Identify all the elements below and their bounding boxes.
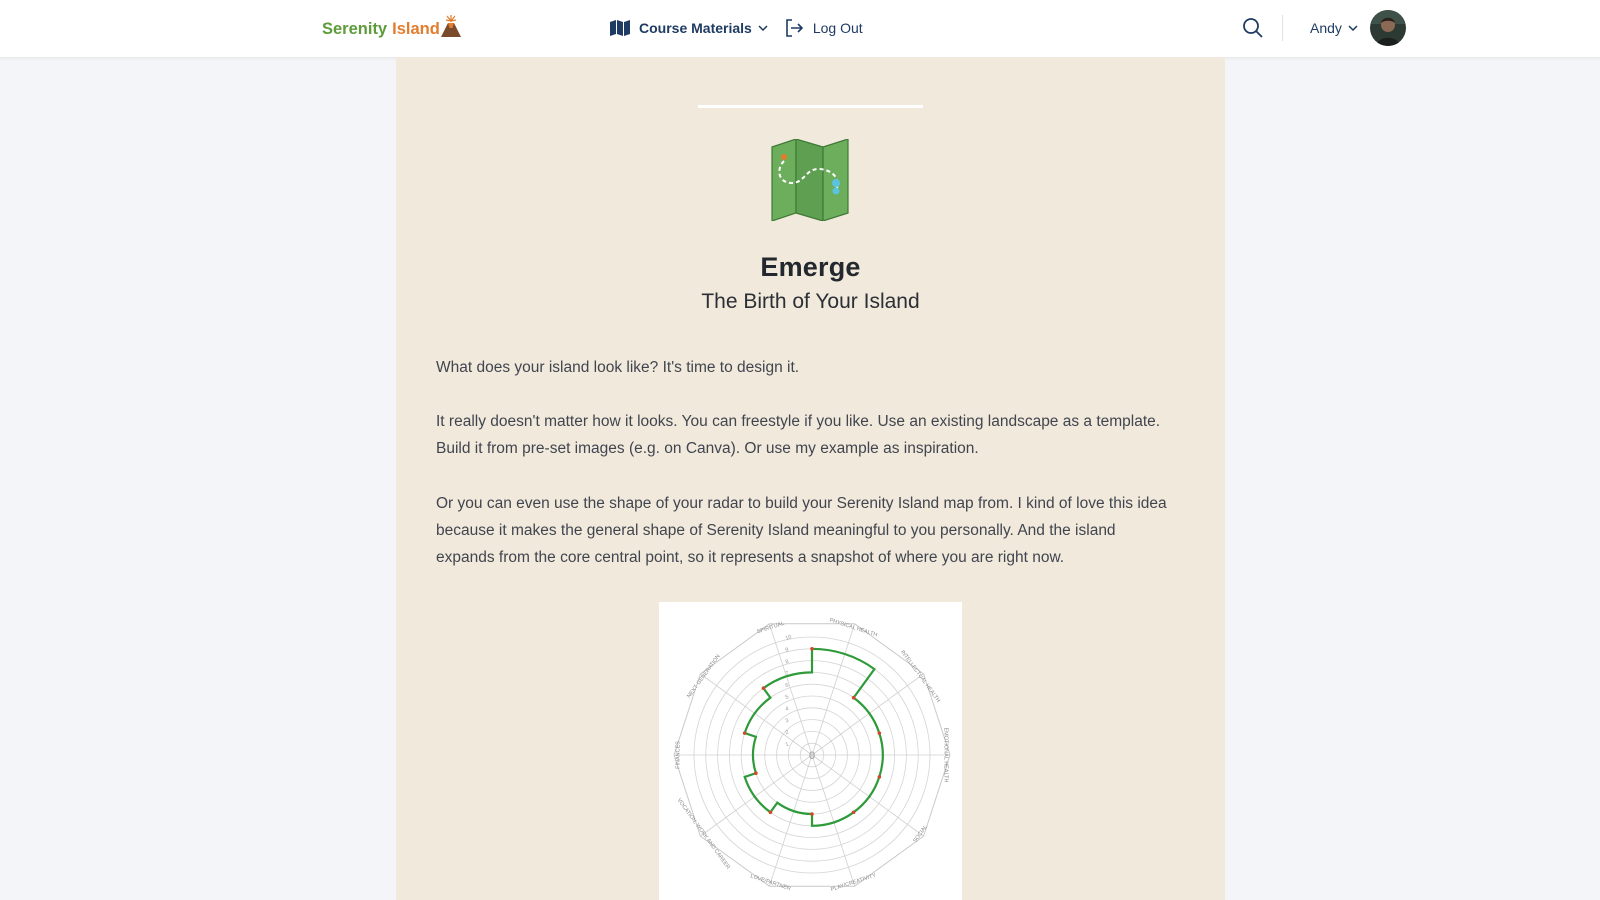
volcano-icon [440, 15, 461, 37]
radar-point [768, 810, 773, 815]
main-nav: Course Materials Log Out [610, 16, 863, 40]
search-button[interactable] [1242, 17, 1264, 39]
radar-category-label: PHYSICAL HEALTH [829, 617, 878, 638]
radar-point [761, 686, 766, 690]
user-menu[interactable]: Andy [1310, 17, 1358, 39]
radar-spoke [811, 754, 856, 887]
top-navigation-bar: Serenity Island Course Materials Log Out… [0, 0, 1600, 58]
radar-point [877, 731, 882, 735]
divider-rule [698, 105, 923, 108]
lesson-paragraph: It really doesn't matter how it looks. Y… [436, 413, 1161, 457]
radar-point [851, 695, 856, 700]
chevron-down-icon [1348, 25, 1358, 31]
lesson-paragraph: What does your island look like? It's ti… [436, 359, 800, 376]
chevron-down-icon [758, 25, 768, 31]
radar-point [810, 812, 814, 816]
radar-category-label: INTELLECTUAL HEALTH [899, 649, 941, 703]
lesson-title: Emerge [760, 252, 861, 282]
radar-category-label: SOCIAL [912, 824, 929, 844]
radar-chart-figure: 1 2 3 4 5 6 7 8 9 10 0 PHYSICAL HEALTH INTELLECTUAL … [659, 602, 962, 900]
lesson-paragraph: Or you can even use the shape of your ra… [436, 495, 1167, 566]
map-icon [610, 20, 630, 36]
radar-category-label: LOVE/PARTNER [750, 874, 792, 893]
log-out-label: Log Out [812, 20, 863, 36]
course-materials-menu[interactable]: Course Materials [610, 20, 768, 36]
radar-point [810, 647, 814, 651]
course-materials-label: Course Materials [639, 20, 752, 36]
radar-tick-label: 5 [785, 694, 790, 701]
radar-tick-label: 1 [785, 741, 790, 748]
radar-point [754, 771, 758, 776]
lesson-subtitle: The Birth of Your Island [701, 290, 920, 313]
header-divider [1282, 15, 1283, 41]
logo-text-island: Island [392, 19, 440, 38]
radar-category-label: SPIRITUAL [756, 621, 785, 635]
radar-tick-label: 3 [785, 718, 790, 725]
radar-center-label: 0 [809, 750, 815, 762]
radar-spoke [768, 754, 813, 887]
radar-category-label: NEXT GENERATION [686, 654, 721, 700]
radar-point [877, 775, 882, 779]
logo-text-serenity: Serenity [322, 19, 388, 38]
radar-tick-label: 4 [785, 706, 790, 713]
log-out-link[interactable]: Log Out [784, 18, 863, 38]
lesson-card: Emerge The Birth of Your Island What doe… [396, 57, 1225, 900]
user-name: Andy [1310, 20, 1342, 36]
radar-tick-label: 10 [785, 634, 793, 642]
radar-spoke [768, 623, 813, 756]
treasure-map-icon [771, 139, 849, 221]
radar-tick-label: 2 [785, 730, 790, 737]
user-photo [1370, 10, 1406, 46]
radar-category-label: VOCATION, WORK AND CAREER [676, 798, 731, 871]
radar-tick-label: 8 [785, 659, 790, 666]
avatar[interactable] [1370, 10, 1406, 46]
site-logo[interactable]: Serenity Island [322, 14, 464, 44]
radar-point [851, 810, 856, 815]
radar-spoke [811, 623, 856, 756]
logout-icon [786, 19, 803, 37]
search-icon [1243, 18, 1263, 38]
radar-category-label: FINANCES [675, 741, 681, 769]
radar-category-label: EMOTIONAL HEALTH [943, 727, 949, 782]
radar-tick-label: 9 [785, 647, 790, 654]
radar-category-label: PLAY/CREATIVITY [830, 873, 877, 893]
radar-chart: 123456789100PHYSICAL HEALTHINTELLECTUAL … [673, 617, 951, 893]
radar-point [742, 731, 747, 735]
